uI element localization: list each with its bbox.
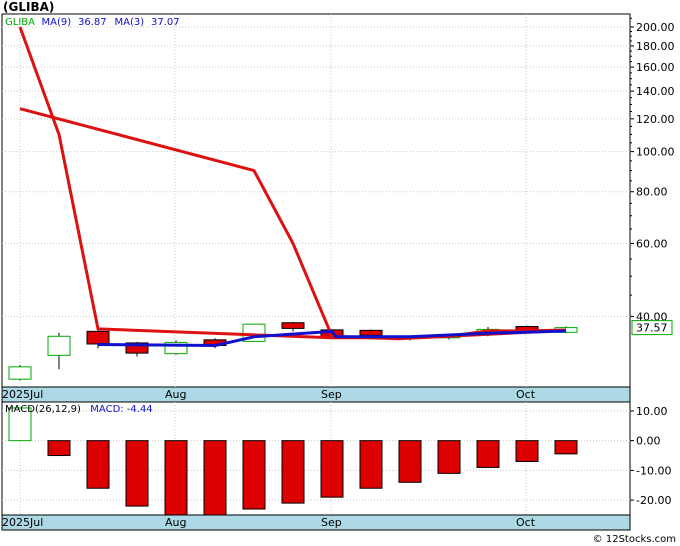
macd-legend-item: MACD(26,12,9) <box>5 404 81 415</box>
price-tick-label: 80.00 <box>636 186 668 199</box>
macd-bar <box>359 440 383 489</box>
date-label: 2025Jul <box>2 516 43 529</box>
candle-body <box>281 322 305 329</box>
candle-body <box>8 366 32 380</box>
candle-body <box>47 335 71 356</box>
credit-text: © 12Stocks.com <box>593 534 676 545</box>
macd-tick-label: -10.00 <box>636 464 671 477</box>
macd-bar <box>554 440 578 455</box>
macd-bar <box>47 440 71 457</box>
price-date-axis <box>1 386 631 403</box>
macd-legend: MACD(26,12,9) MACD: -4.44 <box>5 404 153 415</box>
macd-bar <box>125 440 149 507</box>
last-price-label: 37.57 <box>636 322 668 335</box>
candle-body <box>359 329 383 336</box>
price-tick-label: 160.00 <box>636 61 675 74</box>
macd-bar <box>281 440 305 504</box>
date-label: Aug <box>165 516 186 529</box>
last-price-label-group: 37.57 <box>631 320 673 336</box>
macd-date-axis <box>1 514 631 531</box>
price-tick-label: 120.00 <box>636 113 675 126</box>
price-legend: GLIBA MA(9) 36.87 MA(3) 37.07 <box>5 17 180 28</box>
macd-tick-label: -20.00 <box>636 494 671 507</box>
date-label: 2025Jul <box>2 388 43 401</box>
macd-bar <box>437 440 461 474</box>
macd-bar <box>86 440 110 489</box>
page-title: (GLIBA) <box>3 0 54 14</box>
price-legend-item: MA(3) <box>115 17 145 28</box>
price-legend-item: 37.07 <box>151 17 180 28</box>
macd-bar <box>242 440 266 510</box>
price-tick-label: 100.00 <box>636 146 675 159</box>
macd-tick-label: 0.00 <box>636 435 661 448</box>
date-label: Oct <box>516 516 536 529</box>
macd-bar <box>476 440 500 468</box>
macd-legend-item: MACD: <box>90 404 123 415</box>
macd-bar <box>320 440 344 498</box>
date-label: Aug <box>165 388 186 401</box>
macd-bar <box>398 440 422 483</box>
macd-bar <box>203 440 227 516</box>
price-tick-label: 60.00 <box>636 237 668 250</box>
macd-tick-label: 10.00 <box>636 405 668 418</box>
price-tick-label: 140.00 <box>636 85 675 98</box>
macd-bar <box>164 440 188 516</box>
price-legend-item: GLIBA <box>5 17 35 28</box>
price-legend-item: 36.87 <box>78 17 107 28</box>
date-label: Oct <box>516 388 536 401</box>
candle-body <box>86 330 110 345</box>
date-label: Sep <box>321 516 342 529</box>
price-tick-label: 180.00 <box>636 40 675 53</box>
macd-bar <box>515 440 539 462</box>
stock-chart: 200.00 180.00 160.00 140.00 120.00 100.00 80.0… <box>0 0 680 546</box>
price-tick-label: 200.00 <box>636 21 675 34</box>
price-legend-item: MA(9) <box>42 17 72 28</box>
macd-legend-item: -4.44 <box>127 404 153 415</box>
date-label: Sep <box>321 388 342 401</box>
